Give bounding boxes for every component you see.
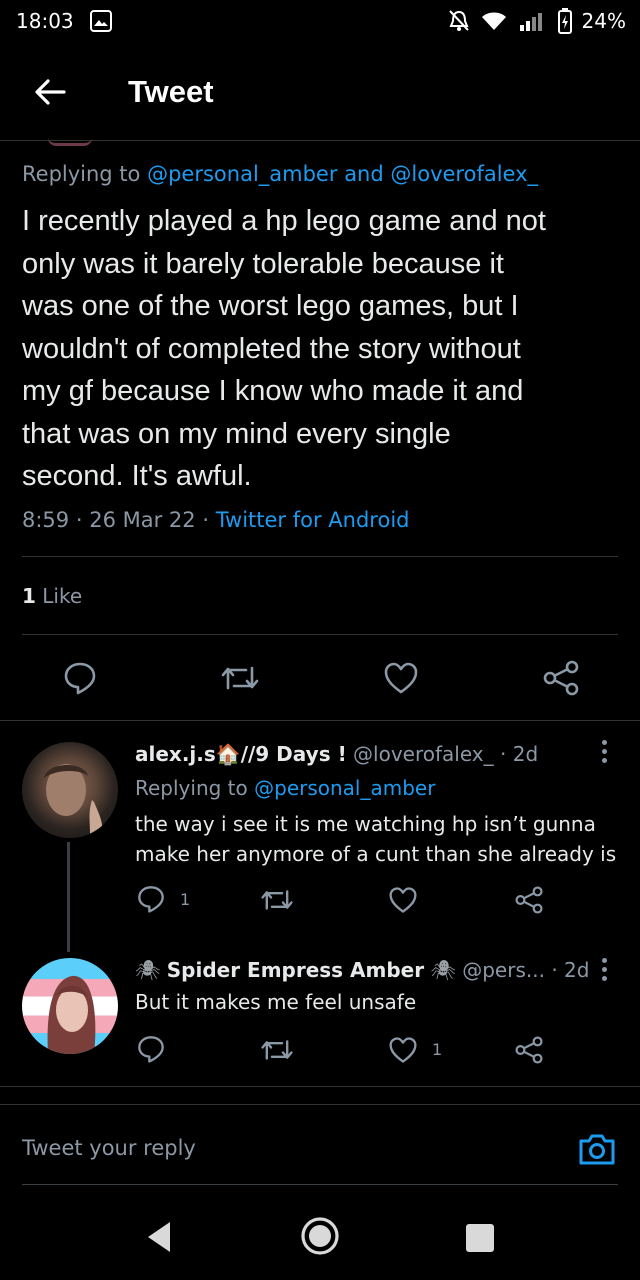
handle[interactable]: @pers... [462, 958, 545, 982]
reply-age: 2d [564, 958, 590, 982]
reply-icon[interactable] [62, 660, 98, 700]
nav-recents-icon[interactable] [466, 1224, 494, 1252]
thread-line [67, 842, 70, 952]
display-name[interactable]: Spider Empress Amber [167, 958, 424, 982]
share-icon[interactable] [514, 886, 544, 918]
display-name-suffix: //9 Days ! [240, 742, 347, 766]
status-bar: 18:03 24% [0, 0, 640, 44]
tweet-text-line: wouldn't of completed the story without [22, 332, 521, 365]
tweet-text-line: I recently played a hp lego game and not [22, 205, 546, 237]
tweet-text-line: was one of the worst lego games, but I [22, 290, 519, 322]
tweet-time: 8:59 [22, 508, 70, 532]
reply-header: 🕷 Spider Empress Amber 🕷 @pers... · 2d [135, 958, 590, 982]
handle[interactable]: @loverofalex_ [353, 742, 494, 766]
reply-age: 2d [512, 742, 539, 766]
signal-icon [519, 13, 542, 31]
retweet-icon[interactable] [220, 662, 260, 698]
replies-divider [0, 1086, 640, 1087]
spider-emoji: 🕷 [135, 958, 161, 982]
status-time: 18:03 [16, 9, 74, 33]
tweet-text: I recently played a hp lego game and not… [22, 200, 628, 498]
battery-icon [557, 8, 572, 34]
header-divider [0, 140, 640, 141]
meta-divider [22, 556, 618, 557]
gallery-icon [90, 10, 112, 32]
display-name[interactable]: alex.j.s [135, 742, 216, 766]
battery-level: 24% [581, 9, 626, 33]
heart-icon[interactable] [388, 1036, 418, 1068]
like-count: 1 [432, 1040, 443, 1059]
arrow-left-icon[interactable] [30, 72, 70, 112]
house-emoji: 🏠 [215, 742, 241, 766]
nav-back-icon[interactable] [144, 1220, 174, 1258]
camera-icon[interactable] [578, 1130, 616, 1172]
reply-icon[interactable] [136, 1034, 166, 1068]
reply-text-line: the way i see it is me watching hp isn’t… [135, 812, 596, 836]
reply-icon[interactable] [136, 884, 166, 918]
mention-link[interactable]: @personal_amber [254, 776, 435, 800]
reply-input-underline [22, 1184, 618, 1185]
tweet-source-link[interactable]: Twitter for Android [216, 508, 410, 532]
retweet-icon[interactable] [260, 886, 294, 918]
reply-text-line: But it makes me feel unsafe [135, 990, 417, 1014]
mention-link[interactable]: @personal_amber [147, 162, 337, 186]
nav-home-icon[interactable] [300, 1216, 340, 1260]
share-icon[interactable] [542, 660, 580, 700]
more-options-icon[interactable] [602, 958, 608, 985]
status-icons: 24% [448, 8, 626, 34]
avatar[interactable] [22, 958, 118, 1054]
bell-muted-icon [448, 10, 469, 31]
reply-input[interactable]: Tweet your reply [22, 1136, 196, 1160]
heart-icon[interactable] [383, 661, 419, 699]
tweet-text-line: my gf because I know who made it and [22, 375, 524, 407]
likes-divider [22, 634, 618, 635]
tweet-text-line: second. It's awful. [22, 460, 252, 492]
replying-to: Replying to @personal_amber [135, 776, 436, 800]
reply-count: 1 [180, 890, 191, 909]
page-title: Tweet [128, 74, 214, 109]
retweet-icon[interactable] [260, 1036, 294, 1068]
avatar[interactable] [22, 742, 118, 838]
reply-bar-top-divider [0, 1104, 640, 1105]
more-options-icon[interactable] [602, 740, 608, 767]
mention-link[interactable]: @loverofalex_ [390, 162, 538, 186]
actions-divider [0, 720, 640, 721]
spider-emoji: 🕷 [430, 958, 456, 982]
replying-to: Replying to @personal_amber and @loverof… [22, 162, 539, 186]
tweet-meta: 8:59 · 26 Mar 22 · Twitter for Android [22, 508, 410, 532]
tweet-text-line: only was it barely tolerable because it [22, 247, 504, 280]
likes-count-link[interactable]: 1 Like [22, 584, 82, 608]
reply-text-line: make her anymore of a cunt than she alre… [135, 842, 617, 866]
share-icon[interactable] [514, 1036, 544, 1068]
parent-avatar-edge [48, 138, 92, 146]
heart-icon[interactable] [388, 886, 418, 918]
tweet-text-line: that was on my mind every single [22, 417, 451, 450]
wifi-icon [481, 12, 506, 30]
tweet-date: 26 Mar 22 [89, 508, 196, 532]
reply-header: alex.j.s🏠//9 Days ! @loverofalex_ · 2d [135, 742, 539, 766]
